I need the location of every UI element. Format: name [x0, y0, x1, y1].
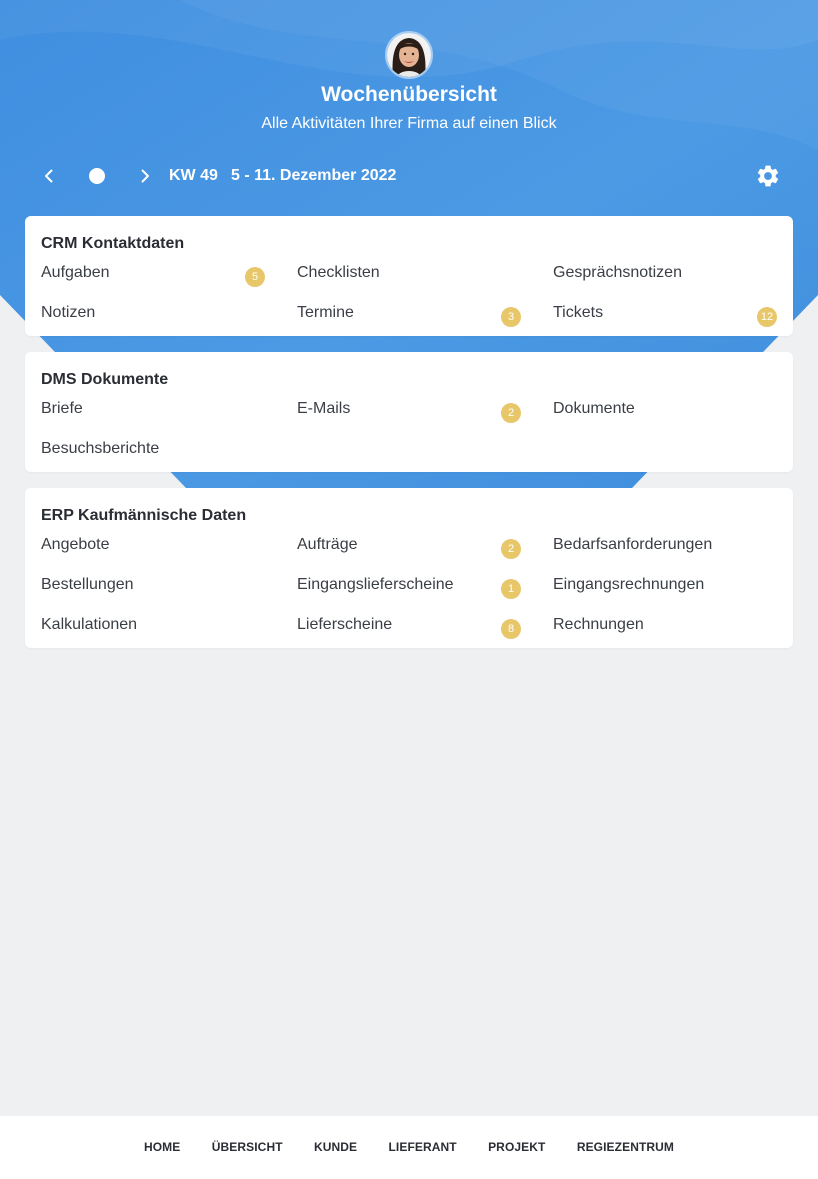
item-label: Kalkulationen — [41, 616, 138, 633]
list-item-checklisten[interactable]: Checklisten — [297, 260, 537, 288]
count-badge: 12 — [757, 307, 777, 327]
item-label: Checklisten — [297, 264, 380, 281]
item-label: Rechnungen — [553, 616, 644, 633]
count-badge: 5 — [245, 267, 265, 287]
bottom-navigation: HOME ÜBERSICHT KUNDE LIEFERANT PROJEKT R… — [0, 1116, 818, 1179]
list-item-bestellungen[interactable]: Bestellungen — [41, 572, 281, 600]
count-badge: 2 — [501, 539, 521, 559]
item-label: Eingangslieferscheine — [297, 576, 454, 593]
nav-lieferant[interactable]: LIEFERANT — [389, 1140, 457, 1154]
list-item-eingangsrechnungen[interactable]: Eingangsrechnungen — [553, 572, 793, 600]
list-item-besuchsberichte[interactable]: Besuchsberichte — [41, 436, 281, 464]
avatar[interactable] — [385, 31, 433, 79]
item-label: Aufträge — [297, 536, 358, 553]
page-title: Wochenübersicht — [321, 83, 497, 106]
list-item-auftraege[interactable]: Aufträge 2 — [297, 532, 537, 560]
nav-projekt[interactable]: PROJEKT — [488, 1140, 545, 1154]
chevron-right-icon[interactable] — [133, 164, 157, 188]
gear-icon[interactable] — [755, 163, 781, 189]
item-label: Lieferscheine — [297, 616, 393, 633]
card-title: ERP Kaufmännische Daten — [41, 507, 247, 524]
chevron-left-icon[interactable] — [37, 164, 61, 188]
card-dms-dokumente: DMS Dokumente Briefe E-Mails 2 Dokumente… — [25, 352, 793, 472]
week-number: KW 49 — [169, 167, 218, 184]
week-navigation: KW 49 5 - 11. Dezember 2022 — [0, 160, 818, 192]
item-label: Besuchsberichte — [41, 440, 160, 457]
list-item-eingangslieferscheine[interactable]: Eingangslieferscheine 1 — [297, 572, 537, 600]
footer-nav: HOME ÜBERSICHT KUNDE LIEFERANT PROJEKT R… — [0, 1140, 818, 1154]
count-badge: 3 — [501, 307, 521, 327]
card-erp-kaufmaennische-daten: ERP Kaufmännische Daten Angebote Aufträg… — [25, 488, 793, 648]
item-label: Eingangsrechnungen — [553, 576, 705, 593]
page-subtitle: Alle Aktivitäten Ihrer Firma auf einen B… — [261, 115, 557, 132]
count-badge: 1 — [501, 579, 521, 599]
card-title: CRM Kontaktdaten — [41, 235, 185, 252]
item-label: Bedarfsanforderungen — [553, 536, 713, 553]
list-item-aufgaben[interactable]: Aufgaben 5 — [41, 260, 281, 288]
list-item-kalkulationen[interactable]: Kalkulationen — [41, 612, 281, 640]
today-dot-icon[interactable] — [85, 164, 109, 188]
list-item-notizen[interactable]: Notizen — [41, 300, 281, 328]
item-label: Dokumente — [553, 400, 635, 417]
list-item-bedarfsanforderungen[interactable]: Bedarfsanforderungen — [553, 532, 793, 560]
nav-kunde[interactable]: KUNDE — [314, 1140, 357, 1154]
item-label: Termine — [297, 304, 354, 321]
item-label: Briefe — [41, 400, 83, 417]
list-item-dokumente[interactable]: Dokumente — [553, 396, 793, 424]
list-item-rechnungen[interactable]: Rechnungen — [553, 612, 793, 640]
item-label: Angebote — [41, 536, 110, 553]
list-item-gespraechsnotizen[interactable]: Gesprächsnotizen — [553, 260, 793, 288]
nav-uebersicht[interactable]: ÜBERSICHT — [212, 1140, 283, 1154]
count-badge: 2 — [501, 403, 521, 423]
week-date-range: 5 - 11. Dezember 2022 — [231, 167, 397, 184]
item-label: Tickets — [553, 304, 604, 321]
item-label: Bestellungen — [41, 576, 134, 593]
list-item-termine[interactable]: Termine 3 — [297, 300, 537, 328]
card-crm-kontaktdaten: CRM Kontaktdaten Aufgaben 5 Checklisten … — [25, 216, 793, 336]
list-item-angebote[interactable]: Angebote — [41, 532, 281, 560]
list-item-e-mails[interactable]: E-Mails 2 — [297, 396, 537, 424]
list-item-briefe[interactable]: Briefe — [41, 396, 281, 424]
item-label: Notizen — [41, 304, 96, 321]
item-label: Aufgaben — [41, 264, 110, 281]
nav-home[interactable]: HOME — [144, 1140, 180, 1154]
list-item-lieferscheine[interactable]: Lieferscheine 8 — [297, 612, 537, 640]
nav-regiezentrum[interactable]: REGIEZENTRUM — [577, 1140, 674, 1154]
count-badge: 8 — [501, 619, 521, 639]
list-item-tickets[interactable]: Tickets 12 — [553, 300, 793, 328]
item-label: E-Mails — [297, 400, 351, 417]
item-label: Gesprächsnotizen — [553, 264, 682, 281]
card-title: DMS Dokumente — [41, 371, 169, 388]
